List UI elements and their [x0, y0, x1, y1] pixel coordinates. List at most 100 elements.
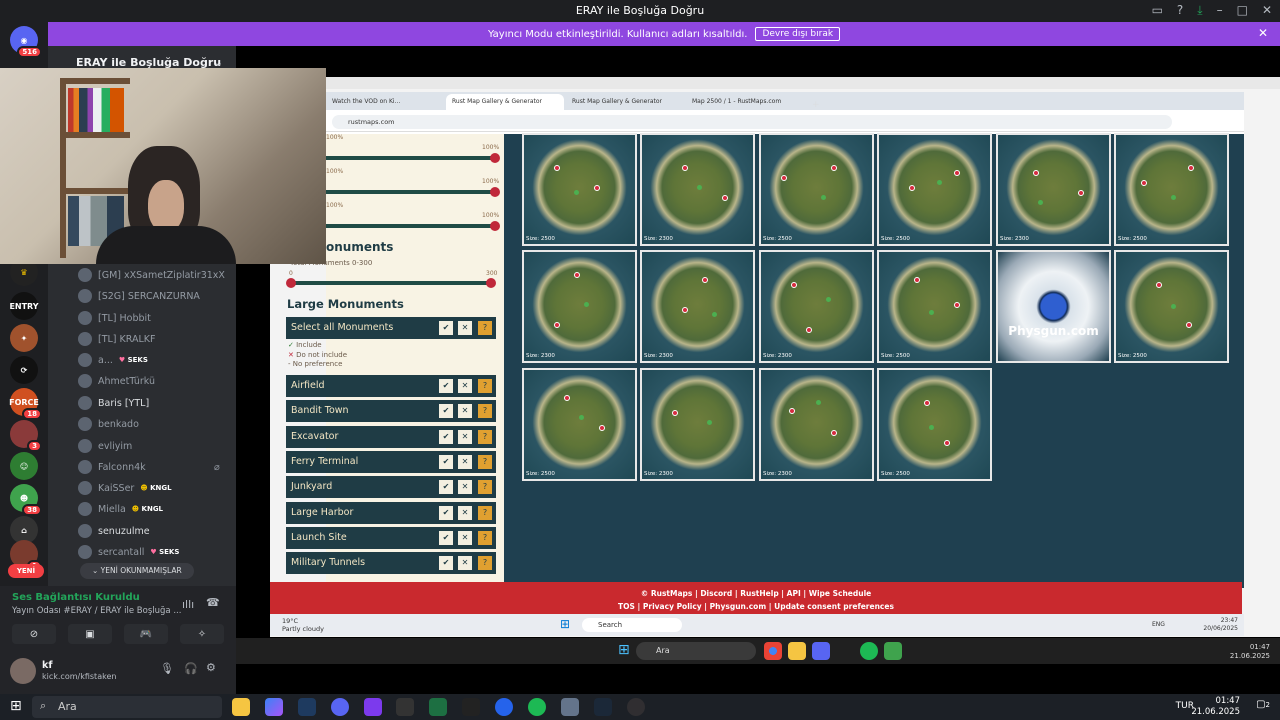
monument-row-airfield[interactable]: Airfield ✔ ✕? [286, 375, 496, 397]
weather-widget[interactable]: 19°C Partly cloudy [282, 617, 324, 633]
excel-icon[interactable] [429, 698, 447, 716]
soundboard-button[interactable]: ✧ [180, 624, 224, 644]
new-pill[interactable]: YENİ [8, 564, 44, 578]
server-icon-4[interactable]: 3 [10, 420, 42, 452]
include-check-icon[interactable]: ✔ [439, 404, 453, 418]
slider-handle[interactable] [486, 278, 496, 288]
include-check-icon[interactable]: ✔ [439, 455, 453, 469]
download-icon[interactable]: ⤓ [1197, 3, 1202, 18]
noise-icon[interactable]: ıllı [182, 598, 194, 611]
member-item[interactable]: Falconn4k ⌀ [78, 457, 220, 477]
map-thumbnail[interactable]: Size: 2300 [522, 250, 637, 363]
settings-gear-icon[interactable]: ⚙ [206, 661, 216, 674]
map-thumbnail[interactable]: Size: 2500 [1114, 133, 1229, 246]
server-icon-force[interactable]: FORCE 18 [9, 388, 42, 420]
browser-tab[interactable]: Rust Map Gallery & Generator [446, 94, 564, 110]
map-thumbnail[interactable]: Size: 2300 [640, 133, 755, 246]
copilot-icon[interactable] [265, 698, 283, 716]
exclude-x-icon[interactable]: ✕ [458, 531, 472, 545]
screen-share-icon[interactable]: ▭ [1152, 3, 1163, 18]
member-item[interactable]: benkado [78, 414, 139, 434]
exclude-x-icon[interactable]: ✕ [458, 556, 472, 570]
member-item[interactable]: KaiSSer ☻ KNGL [78, 478, 172, 498]
map-thumbnail[interactable]: Size: 2500 [759, 133, 874, 246]
taskbar-search[interactable]: Ara [32, 696, 222, 718]
server-icon-entry[interactable]: ENTRY [9, 292, 39, 320]
taskbar-search[interactable]: Search [582, 618, 682, 632]
footer-links-1[interactable]: © RustMaps | Discord | RustHelp | API | … [270, 587, 1242, 600]
footer-links-2[interactable]: TOS | Privacy Policy | Physgun.com | Upd… [270, 600, 1242, 613]
slider-handle[interactable] [490, 221, 500, 231]
member-item[interactable]: [S2G] SERCANZURNA [78, 286, 200, 306]
windows-start-icon[interactable]: ⊞ [10, 698, 22, 714]
terminal-icon[interactable] [396, 698, 414, 716]
help-icon[interactable]: ? [1177, 3, 1183, 18]
range-slider[interactable] [326, 221, 500, 231]
sponsor-ad[interactable]: Physgun.com [996, 250, 1111, 363]
no-preference-icon[interactable]: ? [478, 556, 492, 570]
no-preference-icon[interactable]: ? [478, 404, 492, 418]
include-check-icon[interactable]: ✔ [439, 480, 453, 494]
disconnect-icon[interactable]: ☎ [206, 596, 220, 609]
no-preference-icon[interactable]: ? [478, 531, 492, 545]
exclude-x-icon[interactable]: ✕ [458, 321, 472, 335]
spotify-icon[interactable] [860, 642, 878, 660]
monument-row-bandit-town[interactable]: Bandit Town ✔ ✕? [286, 400, 496, 422]
browser-tab[interactable]: Map 2500 / 1 - RustMaps.com [686, 94, 804, 110]
monument-row-launch-site[interactable]: Launch Site ✔ ✕? [286, 527, 496, 549]
map-thumbnail[interactable]: Size: 2500 [522, 368, 637, 481]
activity-button[interactable]: 🎮 [124, 624, 168, 644]
member-item[interactable]: evliyim [78, 436, 132, 456]
close-icon[interactable]: ✕ [1262, 3, 1272, 18]
no-preference-icon[interactable]: ? [478, 480, 492, 494]
browser-tab[interactable]: Rust Map Gallery & Generator [566, 94, 684, 110]
member-item[interactable]: Baris [YTL] [78, 393, 149, 413]
select-all-row[interactable]: Select all Monuments ✔ ✕? [286, 317, 496, 339]
banner-close-icon[interactable]: ✕ [1258, 26, 1268, 40]
member-item[interactable]: [TL] Hobbit [78, 308, 151, 328]
home-button[interactable]: ◉ 516 [10, 26, 42, 58]
browser-tab[interactable]: Watch the VOD on Ki... [326, 94, 444, 110]
monument-range-slider[interactable] [286, 278, 496, 288]
exclude-x-icon[interactable]: ✕ [458, 480, 472, 494]
map-thumbnail[interactable]: Size: 2500 [877, 250, 992, 363]
include-check-icon[interactable]: ✔ [439, 321, 453, 335]
member-item[interactable]: Miella ☻ KNGL [78, 499, 163, 519]
member-item[interactable]: a... ♥ SEKS [78, 350, 148, 370]
no-preference-icon[interactable]: ? [478, 506, 492, 520]
notification-icon[interactable]: ▢2 [1256, 699, 1270, 710]
app-icon[interactable] [884, 642, 902, 660]
discord-icon[interactable] [331, 698, 349, 716]
server-icon-5[interactable]: ☺ [10, 452, 38, 480]
new-tab-icon[interactable]: + [806, 100, 826, 110]
map-thumbnail[interactable]: Size: 2300 [759, 368, 874, 481]
spotify-icon[interactable] [528, 698, 546, 716]
chrome-icon[interactable] [764, 642, 782, 660]
voice-channel[interactable]: Yayın Odası #ERAY / ERAY ile Boşluğa ... [12, 606, 181, 616]
include-check-icon[interactable]: ✔ [439, 531, 453, 545]
server-icon-2[interactable]: ✦ [10, 324, 38, 352]
exclude-x-icon[interactable]: ✕ [458, 404, 472, 418]
map-thumbnail[interactable]: Size: 2300 [640, 250, 755, 363]
server-icon-6[interactable]: ☻ 38 [10, 484, 42, 516]
screen-share-button[interactable]: ▣ [68, 624, 112, 644]
windows-start-icon[interactable]: ⊞ [618, 642, 630, 658]
discord-icon[interactable] [812, 642, 830, 660]
obs-icon[interactable] [627, 698, 645, 716]
include-check-icon[interactable]: ✔ [439, 379, 453, 393]
include-check-icon[interactable]: ✔ [439, 506, 453, 520]
star-app-icon[interactable] [364, 698, 382, 716]
exclude-x-icon[interactable]: ✕ [458, 455, 472, 469]
range-slider[interactable] [326, 187, 500, 197]
minimize-icon[interactable]: – [1217, 3, 1223, 18]
map-thumbnail[interactable]: Size: 2500 [1114, 250, 1229, 363]
app-icon[interactable] [561, 698, 579, 716]
camera-button[interactable]: ⊘ [12, 624, 56, 644]
map-thumbnail[interactable]: Size: 2500 [877, 133, 992, 246]
no-preference-icon[interactable]: ? [478, 379, 492, 393]
slider-handle[interactable] [490, 187, 500, 197]
member-item[interactable]: sercantall ♥ SEKS [78, 542, 179, 562]
map-thumbnail[interactable]: Size: 2300 [640, 368, 755, 481]
map-thumbnail[interactable]: Size: 2500 [522, 133, 637, 246]
monument-row-ferry-terminal[interactable]: Ferry Terminal ✔ ✕? [286, 451, 496, 473]
